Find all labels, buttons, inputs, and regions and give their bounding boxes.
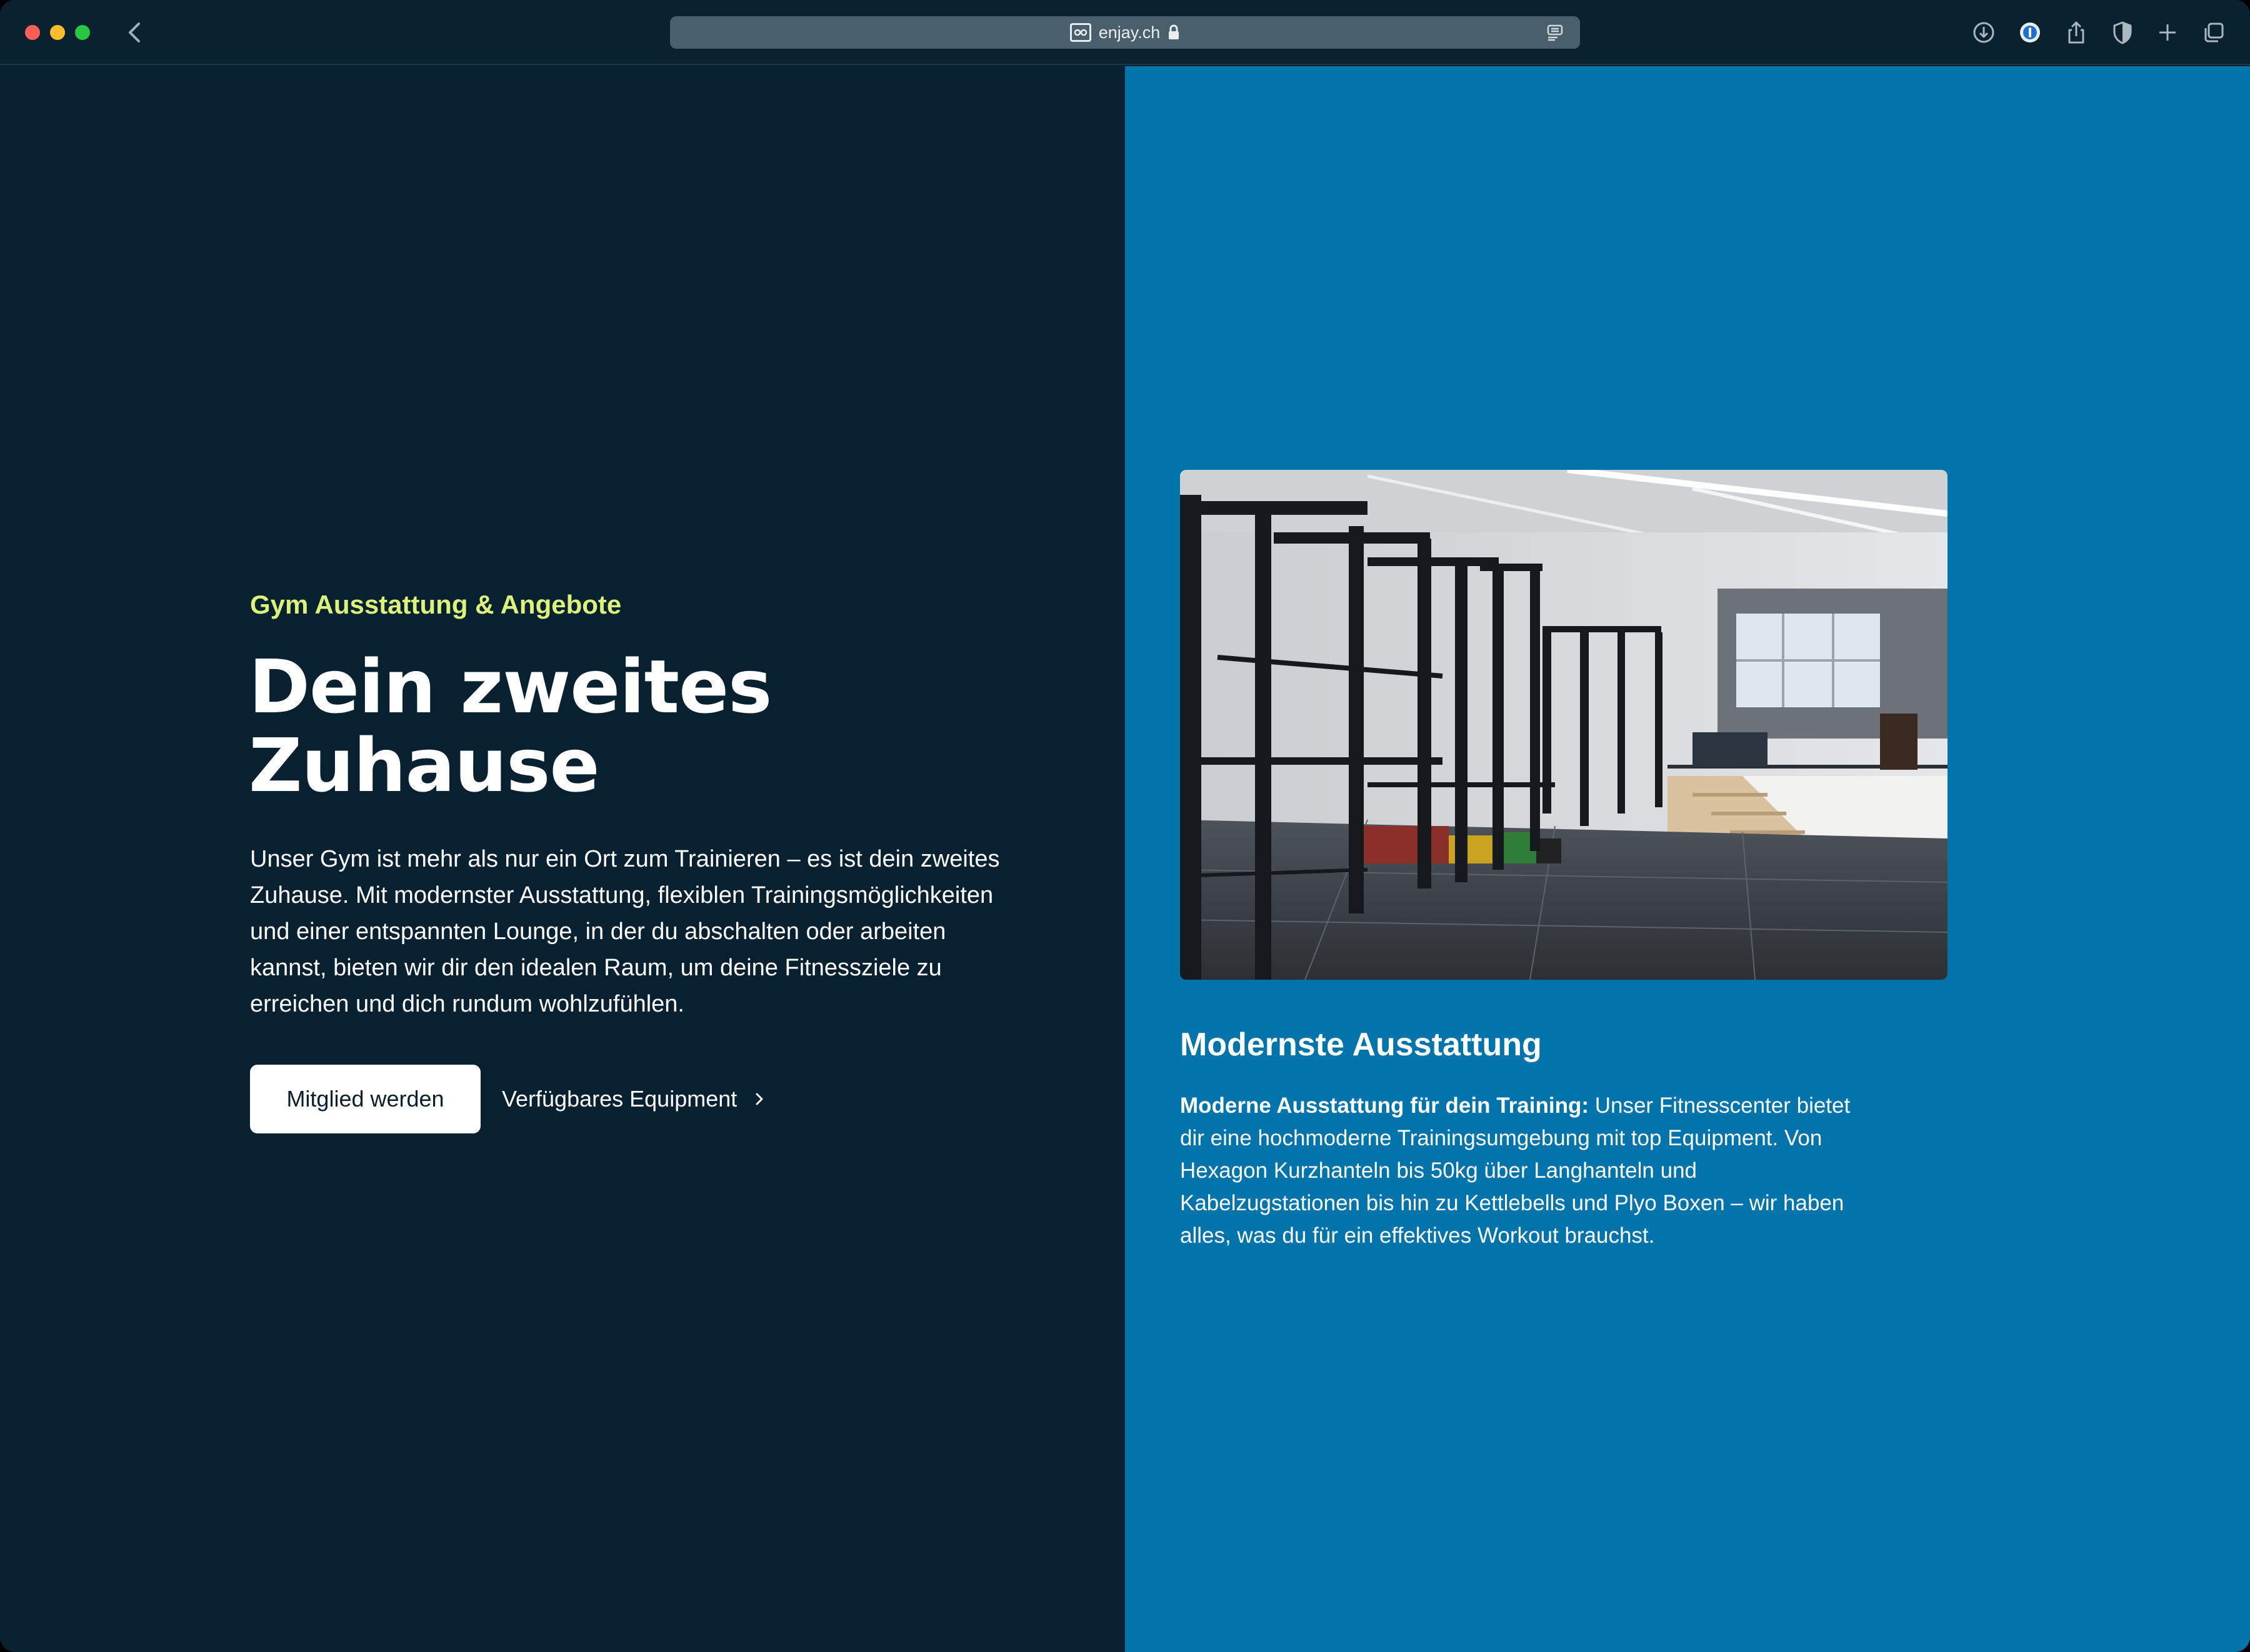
feature-section: Modernste Ausstattung Moderne Ausstattun… [1125, 66, 2250, 1652]
browser-window: enjay.ch Gym Ausstattung & Angebote Dein… [0, 0, 2250, 1652]
available-equipment-link[interactable]: Verfügbares Equipment [502, 1065, 766, 1133]
hero-description: Unser Gym ist mehr als nur ein Ort zum T… [250, 846, 1000, 1017]
site-favicon-icon [1069, 23, 1091, 42]
feature-description: Moderne Ausstattung für dein Training: U… [1180, 1090, 1868, 1252]
feature-lead: Moderne Ausstattung für dein Training: [1180, 1093, 1589, 1118]
tab-overview-icon[interactable] [2200, 19, 2228, 46]
feature-title: Modernste Ausstattung [1180, 1027, 1542, 1063]
page-title: Dein zweites Zuhause [249, 647, 999, 805]
hero-section: Gym Ausstattung & Angebote Dein zweites … [0, 66, 1125, 1652]
title-line-1: Dein zweites [249, 644, 772, 730]
url-text: enjay.ch [1098, 22, 1161, 42]
chevron-right-icon [756, 1093, 763, 1105]
become-member-button[interactable]: Mitglied werden [250, 1065, 481, 1133]
reader-mode-icon[interactable] [1546, 24, 1566, 41]
close-window-button[interactable] [25, 25, 40, 40]
back-button[interactable] [122, 17, 148, 47]
gym-interior-photo [1180, 470, 1948, 980]
minimize-window-button[interactable] [50, 25, 65, 40]
password-icon[interactable] [2016, 19, 2044, 46]
address-bar[interactable]: enjay.ch [670, 16, 1580, 49]
title-line-2: Zuhause [249, 722, 599, 809]
new-tab-icon[interactable] [2154, 19, 2181, 46]
browser-toolbar: enjay.ch [0, 0, 2250, 65]
lock-icon [1169, 24, 1179, 39]
share-icon[interactable] [2062, 19, 2090, 46]
privacy-shield-icon[interactable] [2109, 19, 2136, 46]
zoom-window-button[interactable] [75, 25, 90, 40]
section-eyebrow: Gym Ausstattung & Angebote [250, 590, 622, 619]
available-equipment-label: Verfügbares Equipment [502, 1086, 738, 1112]
download-icon[interactable] [1970, 19, 1998, 46]
chevron-left-icon [129, 22, 140, 42]
